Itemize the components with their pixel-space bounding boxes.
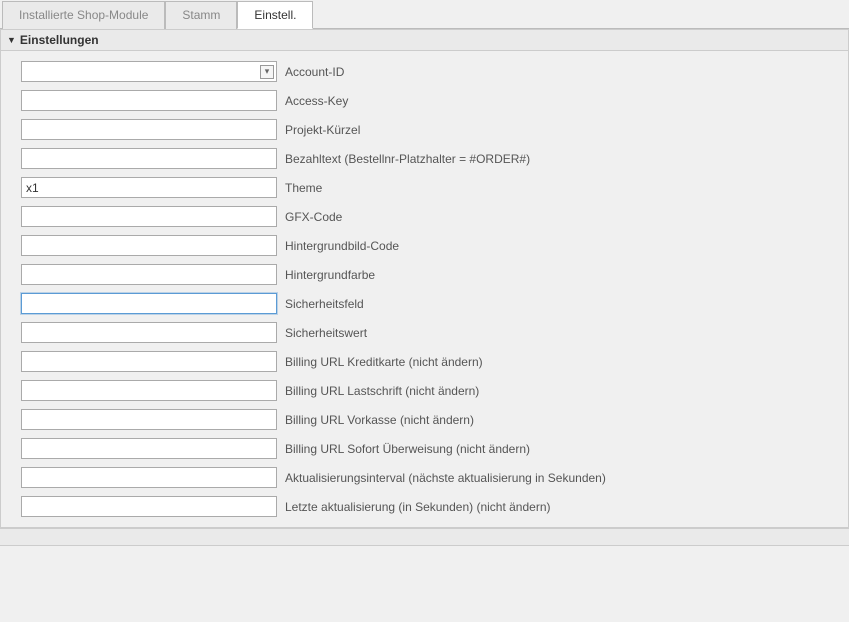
last-refresh-label: Letzte aktualisierung (in Sekunden) (nic… [285,500,551,514]
row-security-field: Sicherheitsfeld [1,289,848,318]
account-id-input-wrap: ▾ [21,61,277,82]
row-bg-color: Hintergrundfarbe [1,260,848,289]
row-refresh-interval: Aktualisierungsinterval (nächste aktuali… [1,463,848,492]
row-billing-sofort: Billing URL Sofort Überweisung (nicht än… [1,434,848,463]
row-project-code: Projekt-Kürzel [1,115,848,144]
refresh-interval-input[interactable] [21,467,277,488]
pay-text-label: Bezahltext (Bestellnr-Platzhalter = #ORD… [285,152,530,166]
row-pay-text: Bezahltext (Bestellnr-Platzhalter = #ORD… [1,144,848,173]
billing-vorkasse-label: Billing URL Vorkasse (nicht ändern) [285,413,474,427]
billing-vorkasse-input[interactable] [21,409,277,430]
billing-sofort-label: Billing URL Sofort Überweisung (nicht än… [285,442,530,456]
bg-image-code-input[interactable] [21,235,277,256]
gfx-code-label: GFX-Code [285,210,342,224]
bg-color-label: Hintergrundfarbe [285,268,375,282]
row-access-key: Access-Key [1,86,848,115]
bg-color-input[interactable] [21,264,277,285]
billing-lastschrift-label: Billing URL Lastschrift (nicht ändern) [285,384,479,398]
row-security-value: Sicherheitswert [1,318,848,347]
theme-label: Theme [285,181,322,195]
billing-kreditkarte-label: Billing URL Kreditkarte (nicht ändern) [285,355,483,369]
settings-form: ▾ Account-ID Access-Key Projekt-Kürzel B… [1,51,848,527]
tab-einstell[interactable]: Einstell. [237,1,313,29]
settings-panel-header[interactable]: ▼ Einstellungen [1,30,848,51]
security-value-label: Sicherheitswert [285,326,367,340]
theme-input[interactable] [21,177,277,198]
footer-bar [0,528,849,546]
security-value-input[interactable] [21,322,277,343]
row-billing-vorkasse: Billing URL Vorkasse (nicht ändern) [1,405,848,434]
collapse-icon: ▼ [7,35,16,45]
pay-text-input[interactable] [21,148,277,169]
project-code-input[interactable] [21,119,277,140]
security-field-label: Sicherheitsfeld [285,297,364,311]
row-gfx-code: GFX-Code [1,202,848,231]
tab-content: ▼ Einstellungen ▾ Account-ID Access-Key … [0,29,849,546]
refresh-interval-label: Aktualisierungsinterval (nächste aktuali… [285,471,606,485]
row-theme: Theme [1,173,848,202]
security-field-input[interactable] [21,293,277,314]
billing-sofort-input[interactable] [21,438,277,459]
settings-panel: ▼ Einstellungen ▾ Account-ID Access-Key … [0,29,849,528]
project-code-label: Projekt-Kürzel [285,123,360,137]
row-billing-lastschrift: Billing URL Lastschrift (nicht ändern) [1,376,848,405]
tab-installed-modules[interactable]: Installierte Shop-Module [2,1,165,29]
tab-stamm[interactable]: Stamm [165,1,237,29]
account-id-input[interactable] [21,61,277,82]
settings-panel-title: Einstellungen [20,33,99,47]
billing-kreditkarte-input[interactable] [21,351,277,372]
row-last-refresh: Letzte aktualisierung (in Sekunden) (nic… [1,492,848,521]
access-key-label: Access-Key [285,94,348,108]
row-bg-image-code: Hintergrundbild-Code [1,231,848,260]
billing-lastschrift-input[interactable] [21,380,277,401]
row-account-id: ▾ Account-ID [1,57,848,86]
account-id-label: Account-ID [285,65,344,79]
tab-bar: Installierte Shop-Module Stamm Einstell. [0,0,849,29]
last-refresh-input[interactable] [21,496,277,517]
bg-image-code-label: Hintergrundbild-Code [285,239,399,253]
account-id-lookup-icon[interactable]: ▾ [260,65,274,79]
gfx-code-input[interactable] [21,206,277,227]
access-key-input[interactable] [21,90,277,111]
row-billing-kreditkarte: Billing URL Kreditkarte (nicht ändern) [1,347,848,376]
